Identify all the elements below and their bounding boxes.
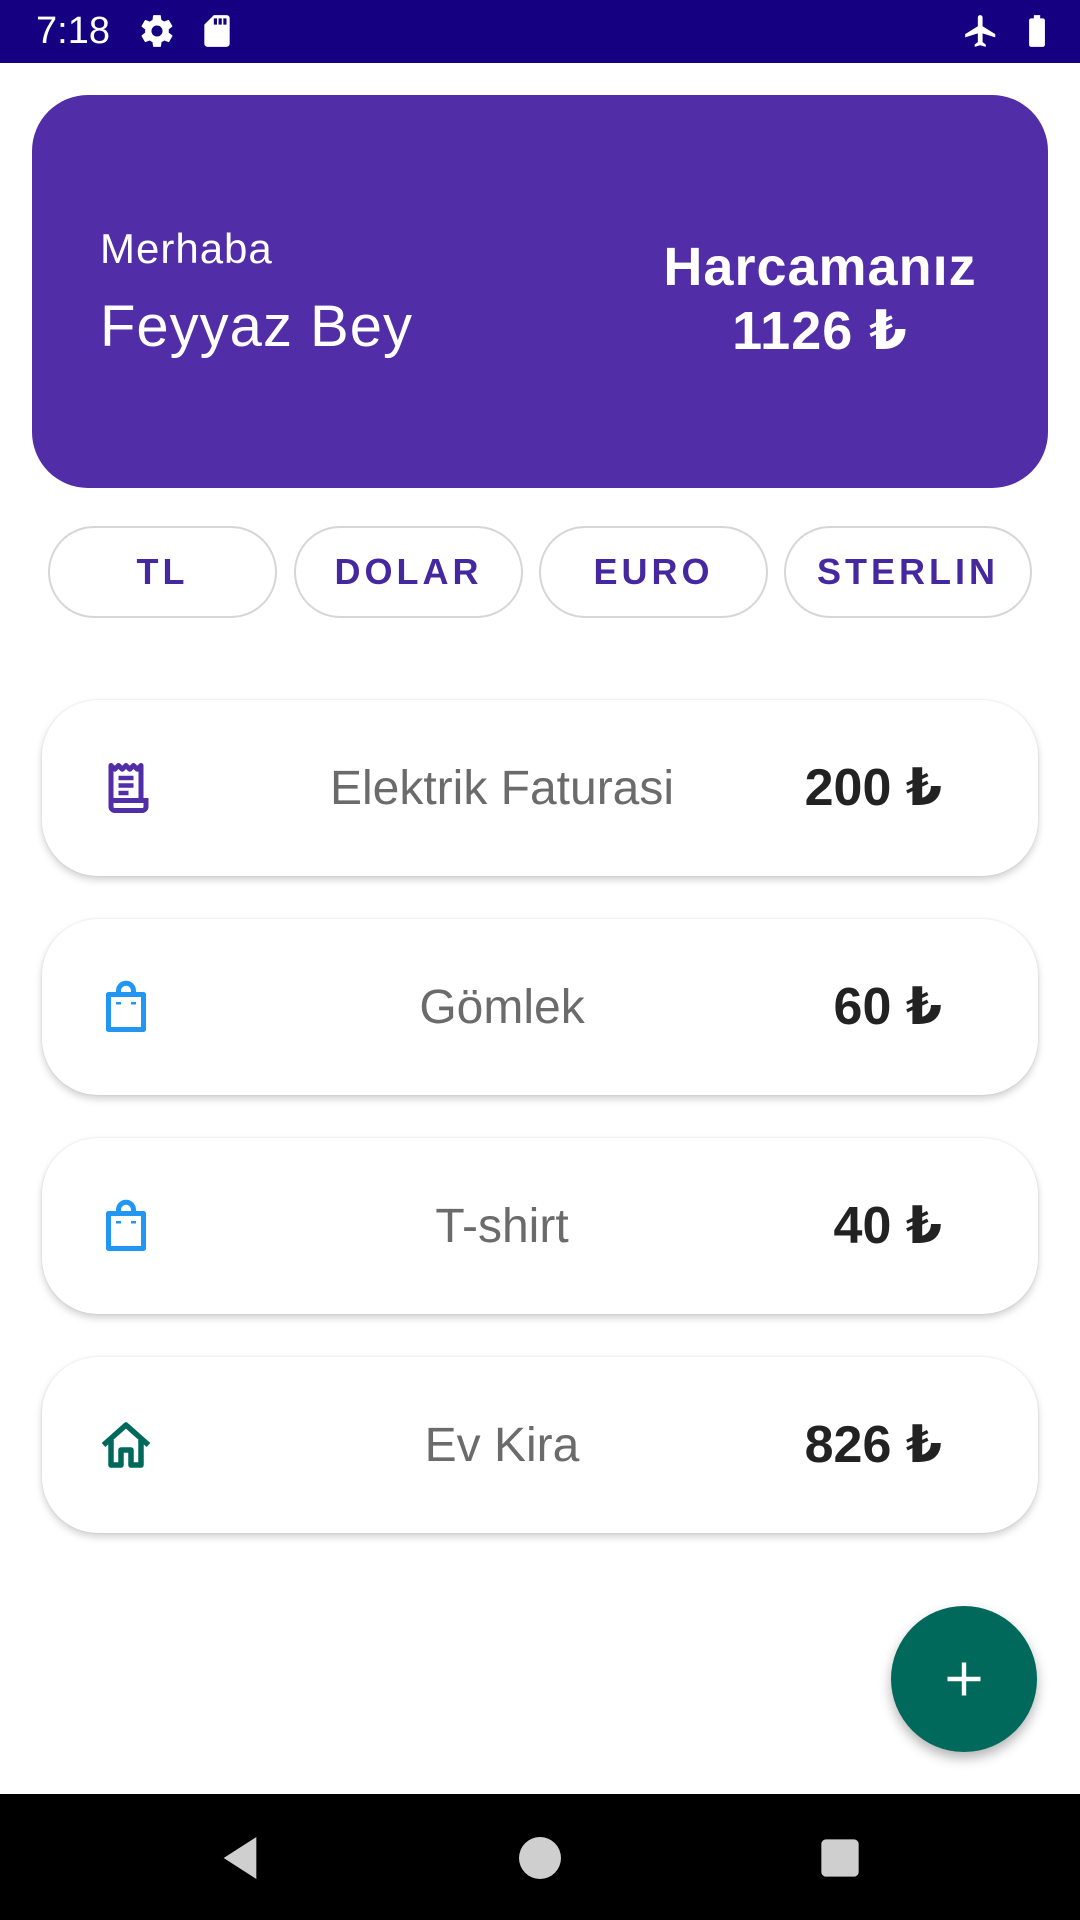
expense-amount: 200 ₺	[804, 759, 942, 817]
home-circle-icon[interactable]	[512, 1830, 568, 1886]
currency-chip-sterlin[interactable]: STERLIN	[784, 526, 1032, 618]
spending-summary: Harcamanız 1126 ₺	[660, 235, 980, 363]
expense-name: Ev Kira	[424, 1418, 580, 1472]
status-time: 7:18	[36, 10, 110, 52]
expense-name: Elektrik Faturasi	[329, 761, 675, 815]
add-expense-button[interactable]	[891, 1606, 1037, 1752]
currency-chip-dolar[interactable]: DOLAR	[294, 526, 523, 618]
expense-name: Gömlek	[419, 980, 585, 1034]
summary-card: Merhaba Feyyaz Bey Harcamanız 1126 ₺	[32, 95, 1048, 488]
expense-amount: 40 ₺	[833, 1197, 942, 1255]
expense-item[interactable]: Ev Kira 826 ₺	[42, 1357, 1038, 1533]
recents-icon[interactable]	[812, 1830, 868, 1886]
expense-amount: 60 ₺	[833, 978, 942, 1036]
shopping-bag-icon	[106, 1199, 146, 1251]
plus-icon	[947, 1662, 981, 1696]
sd-card-icon	[204, 15, 230, 47]
expense-item[interactable]: Gömlek 60 ₺	[42, 919, 1038, 1095]
system-nav-bar	[0, 1794, 1080, 1920]
airplane-mode-icon	[965, 15, 996, 47]
user-name: Feyyaz Bey	[100, 294, 413, 359]
gear-icon	[141, 15, 173, 47]
home-icon	[101, 1422, 151, 1468]
expense-item[interactable]: Elektrik Faturasi 200 ₺	[42, 700, 1038, 876]
receipt-icon	[108, 763, 149, 813]
expense-item[interactable]: T-shirt 40 ₺	[42, 1138, 1038, 1314]
back-icon[interactable]	[212, 1830, 268, 1886]
spending-total: 1126 ₺	[732, 301, 908, 361]
shopping-bag-icon	[106, 980, 146, 1032]
battery-icon	[1029, 15, 1045, 47]
expense-amount: 826 ₺	[804, 1416, 942, 1474]
spending-label: Harcamanız	[663, 237, 977, 297]
status-bar: 7:18	[0, 0, 1080, 63]
expense-name: T-shirt	[435, 1199, 569, 1253]
greeting-label: Merhaba	[100, 225, 273, 272]
currency-chip-tl[interactable]: TL	[48, 526, 277, 618]
currency-chip-euro[interactable]: EURO	[539, 526, 768, 618]
